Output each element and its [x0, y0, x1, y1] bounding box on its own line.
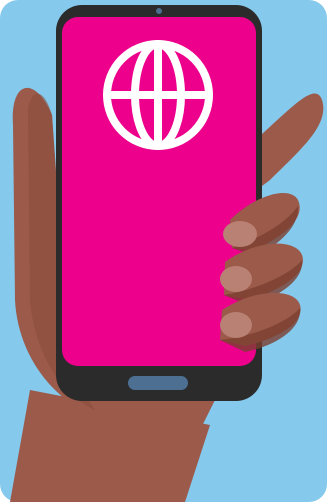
nail-1	[223, 221, 257, 247]
illustration-stage	[0, 0, 327, 502]
camera-dot	[156, 8, 162, 14]
nail-2	[220, 266, 252, 292]
globe-icon	[103, 40, 213, 150]
home-button[interactable]	[128, 376, 188, 390]
nail-3	[220, 312, 252, 338]
hand-holding-phone-illustration	[10, 5, 324, 502]
